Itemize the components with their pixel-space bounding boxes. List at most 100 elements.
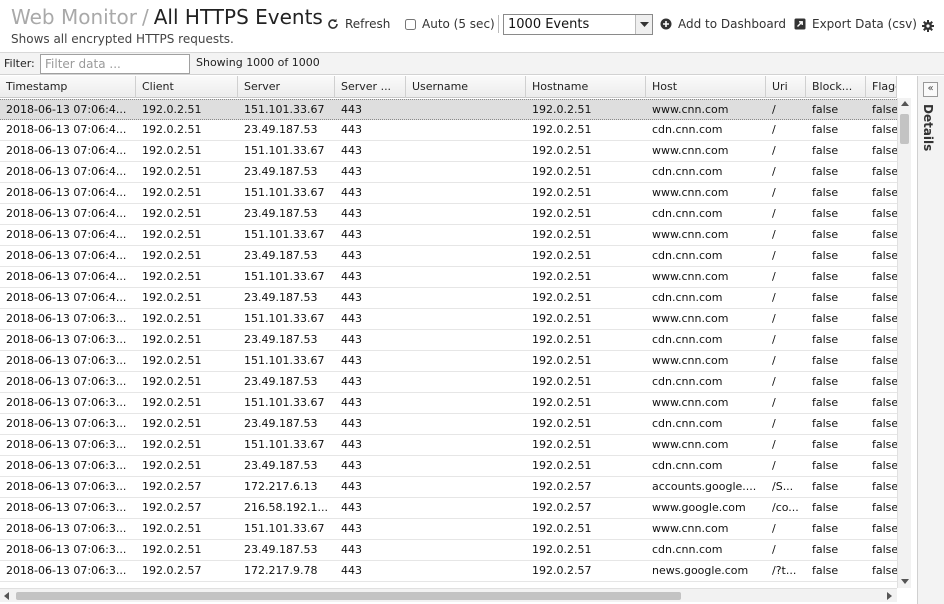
cell-blocked: false [812,207,839,220]
table-row[interactable]: 2018-06-13 07:06:3... 192.0.2.57 172.217.9… [0,561,897,582]
cell-username [406,288,526,308]
table-row[interactable]: 2018-06-13 07:06:3... 192.0.2.57 216.58.19… [0,498,897,519]
cell-host: cdn.cnn.com [652,417,723,430]
cell-username [406,372,526,392]
cell-server: 151.101.33.67 [244,103,325,116]
cell-blocked: false [812,333,839,346]
vertical-scrollbar[interactable] [897,98,911,588]
details-tab[interactable]: Details [921,104,935,151]
table-row[interactable]: 2018-06-13 07:06:3... 192.0.2.51 151.101.3… [0,519,897,540]
table-row[interactable]: 2018-06-13 07:06:3... 192.0.2.51 151.101.3… [0,393,897,414]
cell-uri: /?t... [772,564,797,577]
column-header-server[interactable]: Server [238,76,335,98]
table-row[interactable]: 2018-06-13 07:06:3... 192.0.2.51 23.49.187… [0,456,897,477]
table-row[interactable]: 2018-06-13 07:06:4... 192.0.2.51 23.49.187… [0,288,897,309]
cell-username [406,267,526,287]
table-row[interactable]: 2018-06-13 07:06:4... 192.0.2.51 151.101.3… [0,99,897,120]
table-row[interactable]: 2018-06-13 07:06:4... 192.0.2.51 23.49.187… [0,120,897,141]
chevron-down-icon[interactable] [635,15,652,34]
cell-username [406,351,526,371]
cell-timestamp: 2018-06-13 07:06:3... [6,522,127,535]
cell-host: cdn.cnn.com [652,207,723,220]
scroll-left-icon[interactable] [4,592,9,600]
table-row[interactable]: 2018-06-13 07:06:4... 192.0.2.51 151.101.3… [0,141,897,162]
add-to-dashboard-label: Add to Dashboard [678,17,787,31]
cell-timestamp: 2018-06-13 07:06:4... [6,123,127,136]
cell-client: 192.0.2.51 [142,186,202,199]
table-row[interactable]: 2018-06-13 07:06:3... 192.0.2.51 151.101.3… [0,351,897,372]
toolbar-divider [498,15,499,33]
cell-uri: / [772,123,776,136]
table-row[interactable]: 2018-06-13 07:06:4... 192.0.2.51 23.49.187… [0,204,897,225]
cell-username [406,456,526,476]
table-row[interactable]: 2018-06-13 07:06:4... 192.0.2.51 151.101.3… [0,183,897,204]
horizontal-scrollbar[interactable] [0,588,897,602]
cell-server-port: 443 [341,228,362,241]
cell-uri: /S... [772,480,794,493]
table-row[interactable]: 2018-06-13 07:06:4... 192.0.2.51 23.49.187… [0,246,897,267]
cell-flagged: false [872,564,897,577]
cell-hostname: 192.0.2.51 [532,291,592,304]
events-count-select[interactable]: 1000 Events [503,14,653,35]
cell-username [406,561,526,581]
column-header-uri[interactable]: Uri [766,76,806,98]
column-header-flagged[interactable]: Flagg... [866,76,897,98]
table-row[interactable]: 2018-06-13 07:06:3... 192.0.2.51 23.49.187… [0,414,897,435]
table-row[interactable]: 2018-06-13 07:06:3... 192.0.2.51 151.101.3… [0,309,897,330]
table-row[interactable]: 2018-06-13 07:06:4... 192.0.2.51 23.49.187… [0,162,897,183]
cell-server: 23.49.187.53 [244,123,318,136]
vertical-scroll-thumb[interactable] [900,114,909,144]
cell-flagged: false [872,501,897,514]
table-row[interactable]: 2018-06-13 07:06:4... 192.0.2.51 151.101.3… [0,267,897,288]
cell-flagged: false [872,459,897,472]
cell-hostname: 192.0.2.51 [532,459,592,472]
column-header-server-port[interactable]: Server ... [335,76,406,98]
cell-server-port: 443 [341,249,362,262]
cell-flagged: false [872,333,897,346]
cell-server: 23.49.187.53 [244,333,318,346]
breadcrumb-web-monitor[interactable]: Web Monitor [11,5,137,29]
cell-flagged: false [872,270,897,283]
refresh-icon [328,18,338,29]
cell-blocked: false [812,249,839,262]
scroll-down-icon[interactable] [901,579,909,584]
cell-hostname: 192.0.2.51 [532,312,592,325]
export-csv-button[interactable]: Export Data (csv) [794,14,917,34]
add-to-dashboard-button[interactable]: Add to Dashboard [660,14,786,34]
settings-button[interactable] [922,16,934,36]
cell-server: 151.101.33.67 [244,438,325,451]
cell-client: 192.0.2.57 [142,564,202,577]
table-row[interactable]: 2018-06-13 07:06:3... 192.0.2.57 172.217.6… [0,477,897,498]
filter-input[interactable] [40,54,190,74]
table-row[interactable]: 2018-06-13 07:06:3... 192.0.2.51 151.101.3… [0,435,897,456]
horizontal-scroll-thumb[interactable] [16,592,681,600]
scroll-right-icon[interactable] [887,592,892,600]
column-header-username[interactable]: Username [406,76,526,98]
cell-hostname: 192.0.2.51 [532,333,592,346]
cell-uri: / [772,354,776,367]
table-row[interactable]: 2018-06-13 07:06:3... 192.0.2.51 23.49.187… [0,330,897,351]
column-header-hostname[interactable]: Hostname [526,76,646,98]
table-row[interactable]: 2018-06-13 07:06:4... 192.0.2.51 151.101.3… [0,225,897,246]
table-row[interactable]: 2018-06-13 07:06:3... 192.0.2.51 23.49.187… [0,372,897,393]
table-row[interactable]: 2018-06-13 07:06:3... 192.0.2.51 23.49.187… [0,540,897,561]
cell-hostname: 192.0.2.51 [532,144,592,157]
cell-server: 151.101.33.67 [244,228,325,241]
collapse-details-icon[interactable]: « [923,82,938,97]
cell-blocked: false [812,480,839,493]
column-header-timestamp[interactable]: Timestamp [0,76,136,98]
column-header-blocked[interactable]: Block... [806,76,866,98]
column-header-client[interactable]: Client [136,76,238,98]
events-count-value: 1000 Events [508,17,590,32]
cell-blocked: false [812,228,839,241]
gear-icon [922,20,934,32]
refresh-button[interactable]: Refresh [327,14,390,34]
cell-host: cdn.cnn.com [652,375,723,388]
column-header-host[interactable]: Host [646,76,766,98]
scroll-up-icon[interactable] [901,101,909,106]
auto-refresh-checkbox[interactable] [405,18,416,30]
events-grid: Timestamp Client Server Server ... Username H… [0,76,897,588]
cell-username [406,183,526,203]
auto-refresh-toggle[interactable]: Auto (5 sec) [404,14,495,34]
cell-timestamp: 2018-06-13 07:06:3... [6,375,127,388]
